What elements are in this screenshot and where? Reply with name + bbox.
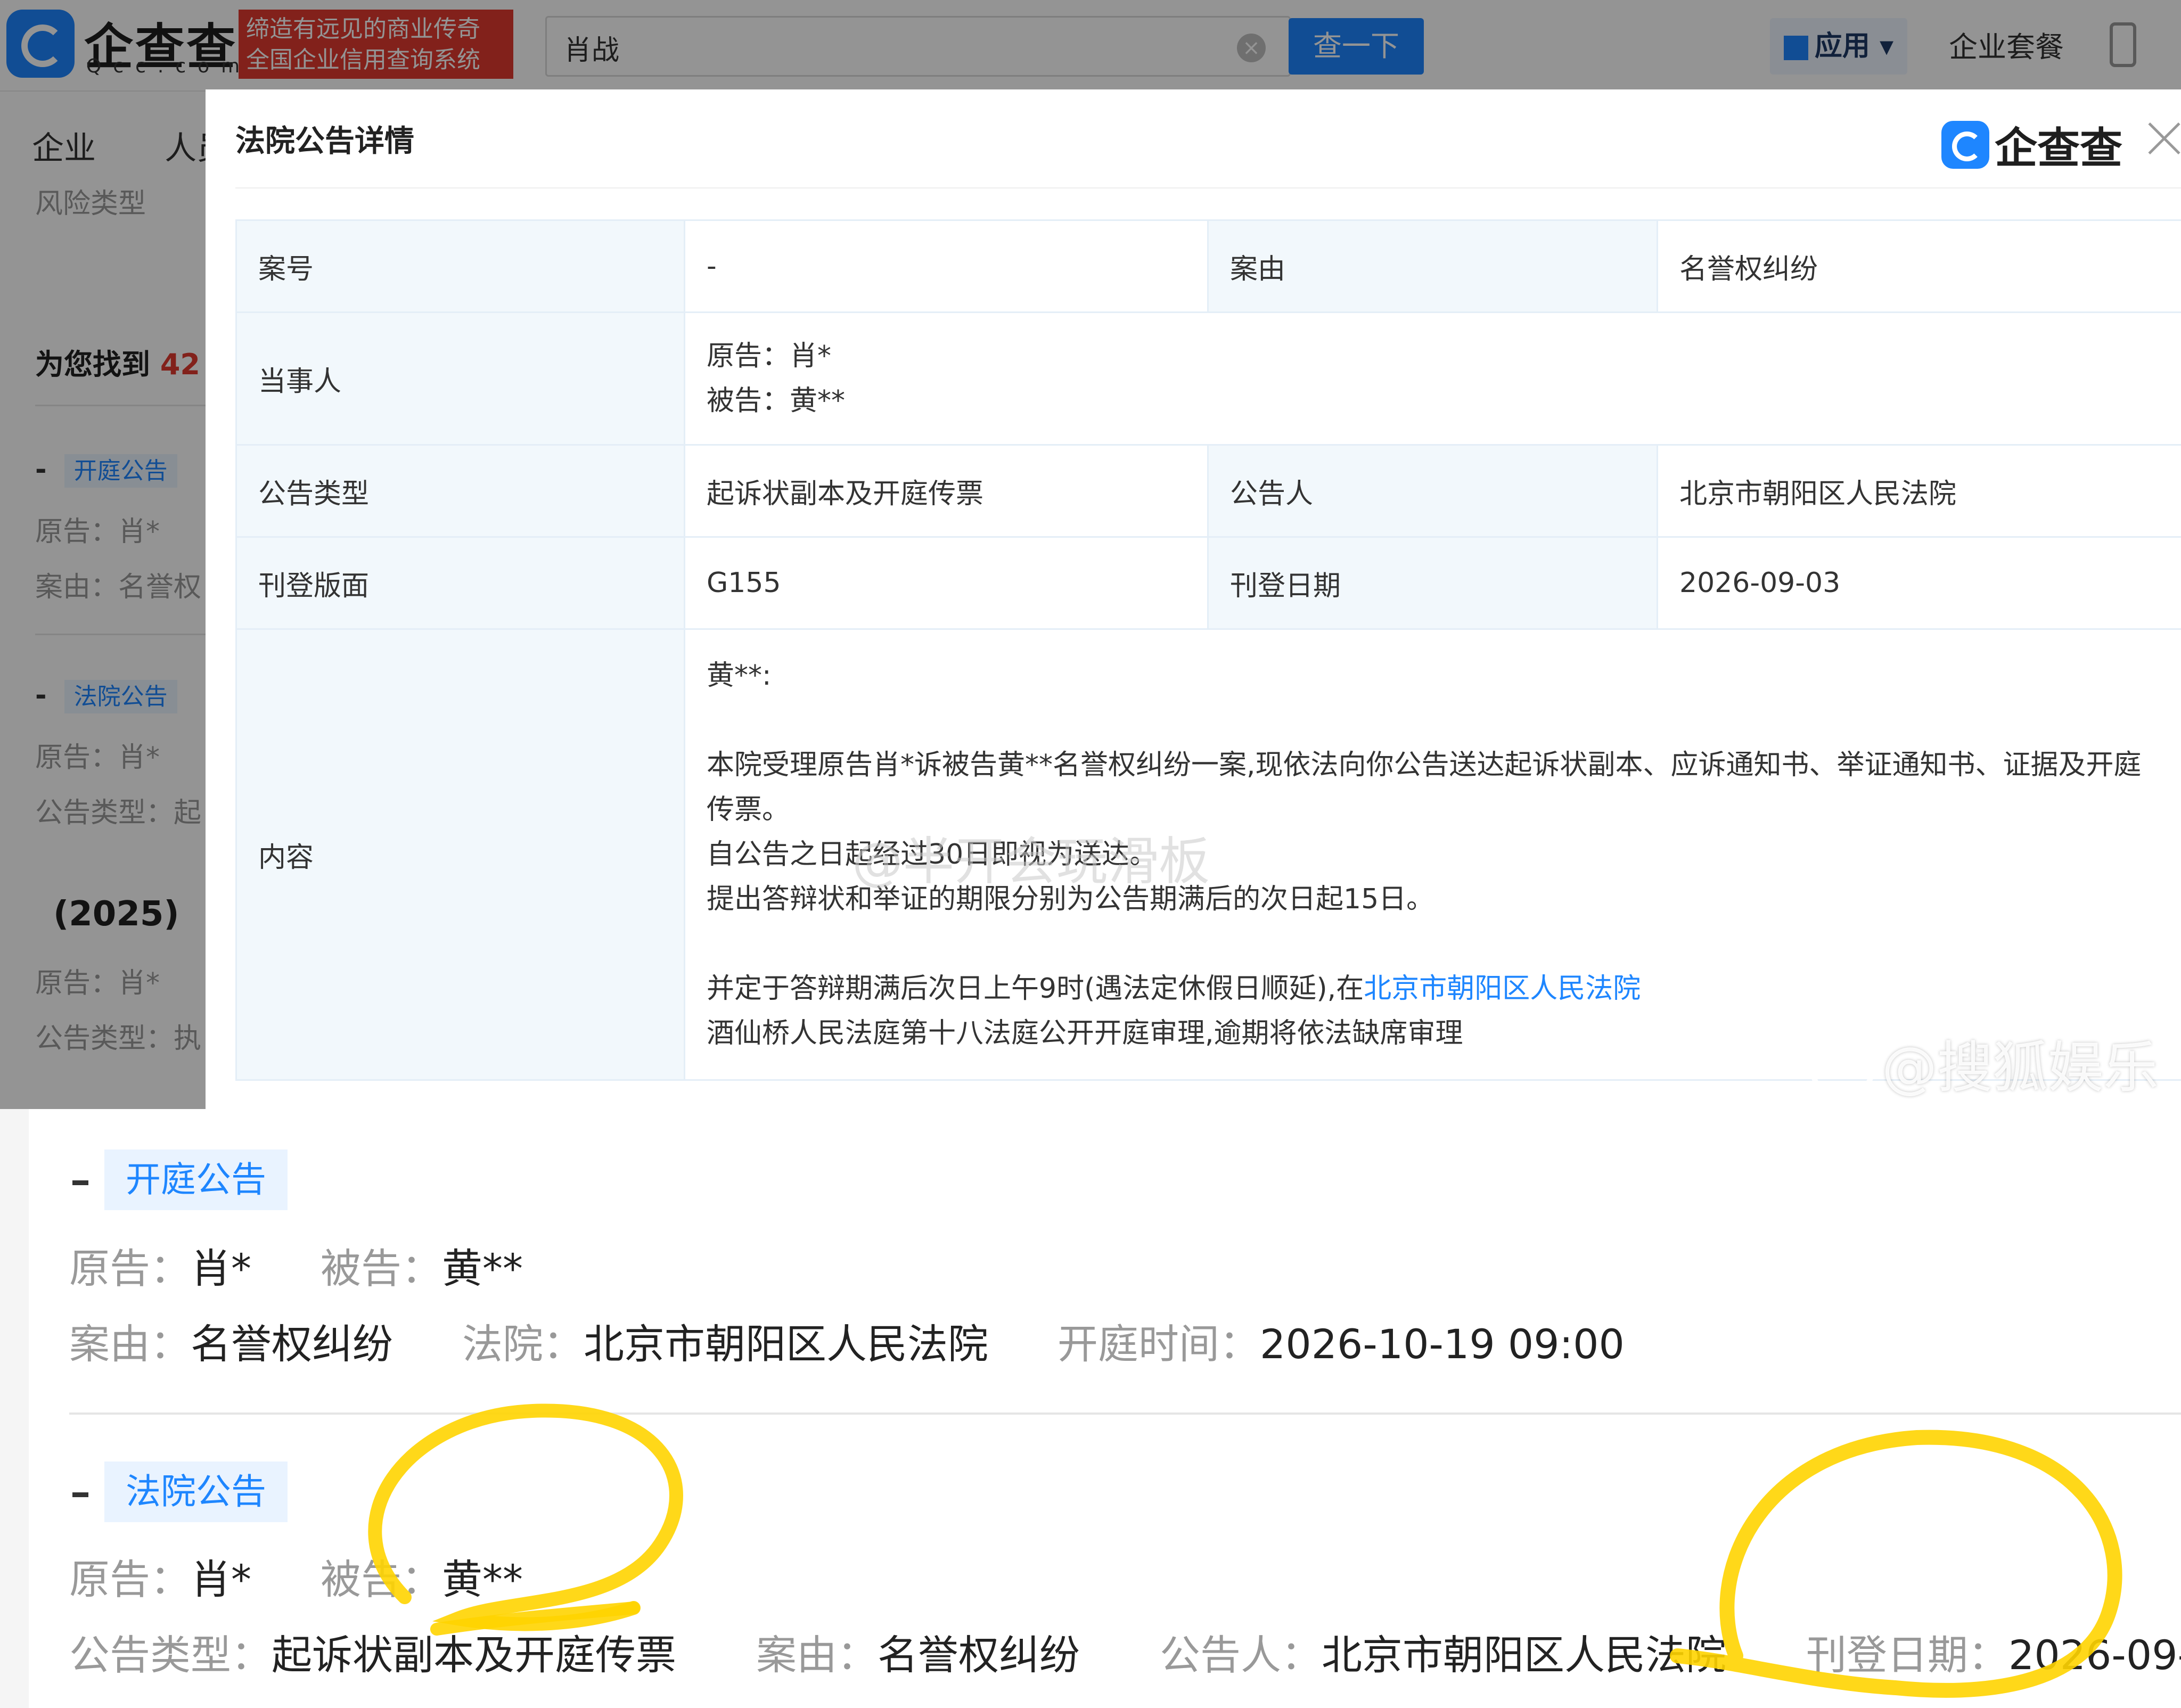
rec1-defendant-key: 被告： <box>321 1245 442 1292</box>
notice-type-label: 公告类型 <box>235 444 685 538</box>
rec2-type-value: 起诉状副本及开庭传票 <box>272 1631 676 1679</box>
rec1-court-value[interactable]: 北京市朝阳区人民法院 <box>584 1320 988 1368</box>
case-number-value: - <box>684 219 1209 313</box>
collapse-dash-icon[interactable] <box>72 1492 88 1497</box>
rec2-date-key: 刊登日期： <box>1806 1631 2008 1679</box>
rec1-cause-key: 案由： <box>69 1320 191 1368</box>
content-paragraph-4: 并定于答辩期满后次日上午9时(遇法定休假日顺延),在北京市朝阳区人民法院 <box>707 966 2160 1011</box>
case-cause-label: 案由 <box>1207 219 1658 313</box>
rec2-cause-value: 名誉权纠纷 <box>878 1631 1080 1679</box>
announcer-value: 北京市朝阳区人民法院 <box>1657 444 2181 538</box>
table-row: 当事人 原告：肖* 被告：黄** <box>235 311 2181 446</box>
rec1-parties-line: 原告：肖* 被告：黄** <box>69 1236 592 1294</box>
collapse-dash-icon[interactable] <box>72 1180 88 1185</box>
divider <box>69 1413 2181 1415</box>
court-notice-badge[interactable]: 法院公告 <box>104 1461 288 1522</box>
rec1-detail-line: 案由：名誉权纠纷 法院：北京市朝阳区人民法院 开庭时间：2026-10-19 09:… <box>69 1311 1694 1370</box>
content-paragraph-1: 本院受理原告肖*诉被告黄**名誉权纠纷一案,现依法向你公告送达起诉状副本、应诉通… <box>707 749 2142 826</box>
table-row: 刊登版面 G155 刊登日期 2026-09-03 <box>235 536 2181 630</box>
publication-page-value: G155 <box>684 536 1209 630</box>
parties-label: 当事人 <box>235 311 685 446</box>
modal-divider <box>235 187 2181 188</box>
modal-title: 法院公告详情 <box>235 124 414 159</box>
content-greeting: 黄**: <box>707 660 772 692</box>
weibo-logo-icon <box>1810 1045 1874 1098</box>
rec1-time-key: 开庭时间： <box>1057 1320 1260 1368</box>
modal-brand-logo: 企查查 <box>1941 114 2122 173</box>
defendant-text: 被告：黄** <box>707 385 846 417</box>
court-link[interactable]: 北京市朝阳区人民法院 <box>1364 973 1641 1005</box>
rec2-announcer-value[interactable]: 北京市朝阳区人民法院 <box>1322 1631 1726 1679</box>
weibo-watermark-inner: @半开会玩滑板 <box>852 832 1210 891</box>
rec1-plaintiff-key: 原告： <box>69 1245 191 1292</box>
weibo-watermark-brand: @搜狐娱乐 <box>1810 1022 2159 1103</box>
publication-page-label: 刊登版面 <box>235 536 685 630</box>
rec2-defendant-value: 黄** <box>442 1556 523 1603</box>
case-cause-value: 名誉权纠纷 <box>1657 219 2181 313</box>
content-label: 内容 <box>235 628 685 1081</box>
announcer-label: 公告人 <box>1207 444 1658 538</box>
rec2-cause-key: 案由： <box>756 1631 878 1679</box>
plaintiff-text: 原告：肖* <box>707 340 832 372</box>
rec1-court-key: 法院： <box>462 1320 584 1368</box>
watermark-brand-text: @搜狐娱乐 <box>1882 1035 2159 1100</box>
table-row: 案号 - 案由 名誉权纠纷 <box>235 219 2181 313</box>
publication-date-value: 2026-09-03 <box>1657 536 2181 630</box>
modal-brand-text: 企查查 <box>1995 124 2122 173</box>
hearing-notice-badge[interactable]: 开庭公告 <box>104 1149 288 1210</box>
notice-type-value: 起诉状副本及开庭传票 <box>684 444 1209 538</box>
case-number-label: 案号 <box>235 219 685 313</box>
left-strip <box>0 1109 29 1708</box>
rec2-plaintiff-key: 原告： <box>69 1556 191 1603</box>
publication-date-label: 刊登日期 <box>1207 536 1658 630</box>
rec2-detail-line: 公告类型：起诉状副本及开庭传票 案由：名誉权纠纷 公告人：北京市朝阳区人民法院 刊登日… <box>69 1622 2181 1681</box>
zoomed-result-list: 开庭公告 原告：肖* 被告：黄** 案由：名誉权纠纷 法院：北京市朝阳区人民法院 开庭… <box>0 1109 2181 1708</box>
rec2-announcer-key: 公告人： <box>1160 1631 1322 1679</box>
rec1-defendant-value: 黄** <box>442 1245 523 1292</box>
rec2-parties-line: 原告：肖* 被告：黄** <box>69 1547 592 1605</box>
rec2-date-value: 2026-09-03 <box>2008 1631 2181 1679</box>
table-row: 公告类型 起诉状副本及开庭传票 公告人 北京市朝阳区人民法院 <box>235 444 2181 538</box>
rec1-plaintiff-value: 肖* <box>191 1245 251 1292</box>
rec1-cause-value: 名誉权纠纷 <box>191 1320 393 1368</box>
rec2-plaintiff-value: 肖* <box>191 1556 251 1603</box>
rec2-defendant-key: 被告： <box>321 1556 442 1603</box>
rec2-type-key: 公告类型： <box>69 1631 272 1679</box>
parties-value: 原告：肖* 被告：黄** <box>684 311 2181 446</box>
qcc-logo-icon <box>1941 121 1989 169</box>
notice-detail-table: 案号 - 案由 名誉权纠纷 当事人 原告：肖* 被告：黄** 公告类型 起诉状副… <box>235 219 2181 1081</box>
close-icon[interactable] <box>2144 117 2181 158</box>
content-paragraph-4-text: 并定于答辩期满后次日上午9时(遇法定休假日顺延),在 <box>707 973 1364 1005</box>
rec1-time-value: 2026-10-19 09:00 <box>1260 1320 1625 1368</box>
court-notice-modal: 法院公告详情 企查查 案号 - 案由 名誉权纠纷 当事人 原告：肖* 被告：黄*… <box>206 89 2181 1109</box>
